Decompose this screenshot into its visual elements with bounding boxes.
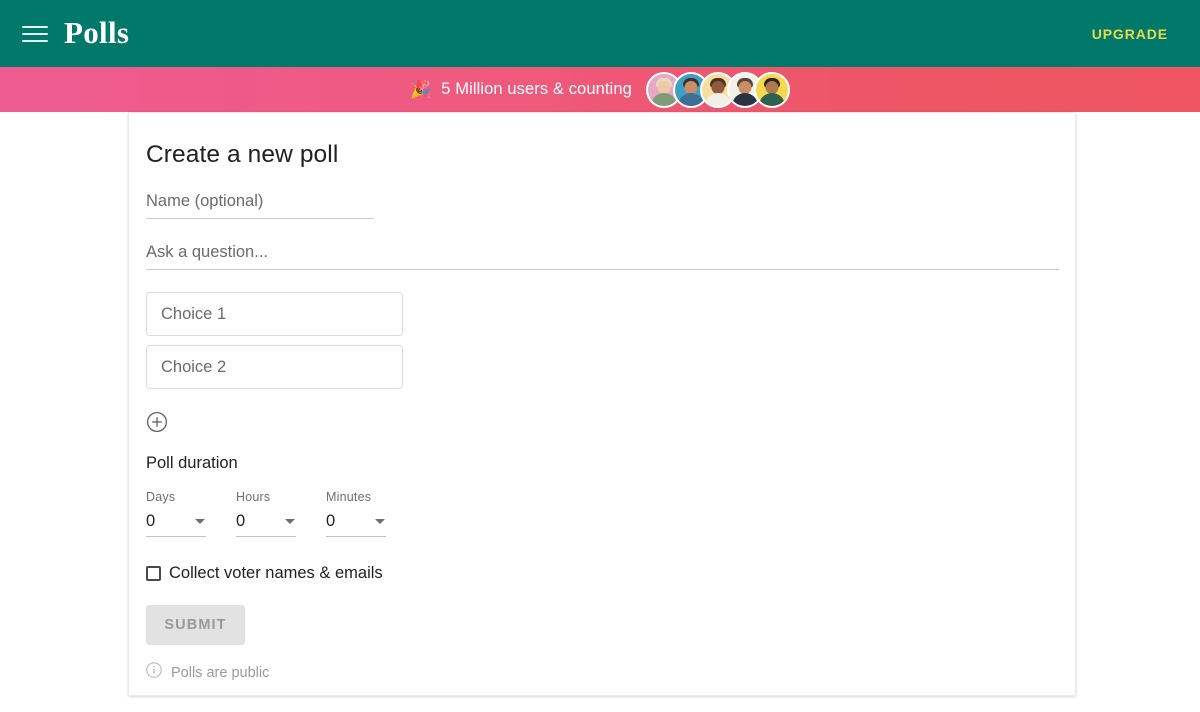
user-avatar-stack <box>645 71 790 108</box>
name-field-wrapper <box>146 190 1075 219</box>
polls-are-public-text: Polls are public <box>171 664 270 681</box>
duration-days-group: Days 0 <box>146 490 236 537</box>
info-icon <box>146 662 162 683</box>
duration-minutes-group: Minutes 0 <box>326 490 416 537</box>
duration-hours-group: Hours 0 <box>236 490 326 537</box>
party-popper-icon: 🎉 <box>410 80 432 99</box>
duration-days-select[interactable]: 0 <box>146 512 206 537</box>
question-field-wrapper <box>146 241 1075 270</box>
chevron-down-icon <box>375 519 385 524</box>
duration-minutes-value: 0 <box>326 512 336 530</box>
duration-days-value: 0 <box>146 512 156 530</box>
chevron-down-icon <box>285 519 295 524</box>
promo-banner: 🎉 5 Million users & counting <box>0 67 1200 112</box>
question-input[interactable] <box>146 241 1059 270</box>
promo-banner-content: 🎉 5 Million users & counting <box>410 71 790 108</box>
hamburger-menu-icon[interactable] <box>22 24 48 44</box>
duration-hours-value: 0 <box>236 512 246 530</box>
collect-voter-info-checkbox-row[interactable]: Collect voter names & emails <box>146 564 1075 583</box>
promo-banner-text: 5 Million users & counting <box>441 80 632 98</box>
page-title: Create a new poll <box>146 141 339 168</box>
polls-are-public-note: Polls are public <box>146 662 1075 683</box>
collect-voter-info-checkbox[interactable] <box>146 566 161 581</box>
choice-2-input[interactable] <box>146 345 403 389</box>
duration-minutes-select[interactable]: 0 <box>326 512 386 537</box>
chevron-down-icon <box>195 519 205 524</box>
create-poll-card: Create a new poll Poll duration <box>128 112 1076 696</box>
submit-button[interactable]: SUBMIT <box>146 605 245 645</box>
app-header: Polls UPGRADE <box>0 0 1200 67</box>
duration-hours-caption: Hours <box>236 490 271 504</box>
collect-voter-info-label: Collect voter names & emails <box>169 564 383 582</box>
upgrade-button[interactable]: UPGRADE <box>1092 26 1178 42</box>
avatar <box>753 71 790 108</box>
plus-circle-icon[interactable] <box>146 411 168 433</box>
poll-duration-label: Poll duration <box>146 454 238 472</box>
poll-duration-controls: Days 0 Hours 0 Minutes 0 <box>146 490 1075 537</box>
app-brand-title: Polls <box>64 15 130 50</box>
duration-minutes-caption: Minutes <box>326 490 372 504</box>
name-input[interactable] <box>146 190 374 219</box>
duration-hours-select[interactable]: 0 <box>236 512 296 537</box>
page-body: Create a new poll Poll duration <box>0 112 1200 712</box>
choice-1-input[interactable] <box>146 292 403 336</box>
duration-days-caption: Days <box>146 490 176 504</box>
